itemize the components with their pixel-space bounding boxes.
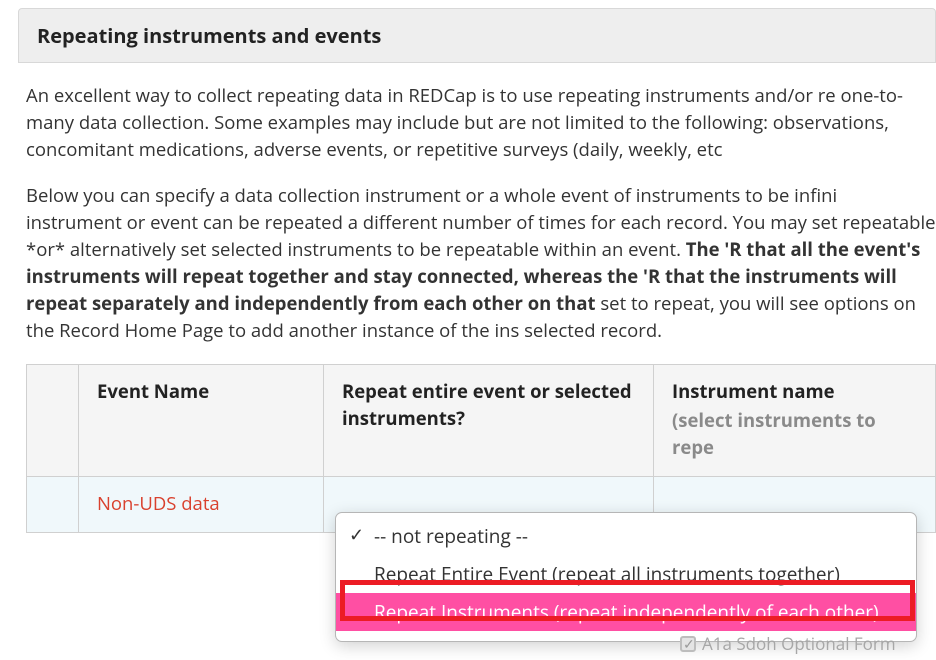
- intro-paragraph-2: Below you can specify a data collection …: [26, 183, 936, 344]
- dropdown-option-repeat-entire-event[interactable]: Repeat Entire Event (repeat all instrume…: [336, 555, 916, 593]
- dropdown-option-not-repeating[interactable]: -- not repeating --: [336, 517, 916, 555]
- dropdown-option-repeat-instruments[interactable]: Repeat Instruments (repeat independently…: [336, 593, 916, 631]
- panel-body: An excellent way to collect repeating da…: [18, 63, 936, 533]
- col-event-name: Event Name: [79, 365, 324, 476]
- repeat-type-dropdown[interactable]: -- not repeating -- Repeat Entire Event …: [335, 512, 917, 642]
- repeat-table: Event Name Repeat entire event or select…: [26, 364, 936, 532]
- col-handle: [27, 365, 79, 476]
- col-repeat: Repeat entire event or selected instrume…: [324, 365, 654, 476]
- row-handle[interactable]: [27, 476, 79, 532]
- row-event-label: Non-UDS data: [79, 476, 324, 532]
- intro-paragraph-1: An excellent way to collect repeating da…: [26, 83, 936, 163]
- checkbox-icon[interactable]: [680, 636, 696, 652]
- panel-title: Repeating instruments and events: [18, 8, 936, 63]
- col-instrument: Instrument name (select instruments to r…: [654, 365, 936, 476]
